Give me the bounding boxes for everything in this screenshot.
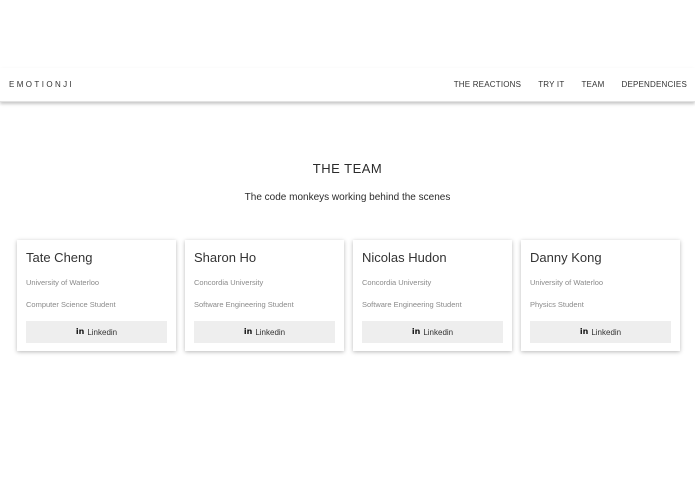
nav-link-the-reactions[interactable]: THE REACTIONS xyxy=(454,80,522,89)
linkedin-button[interactable]: in Linkedin xyxy=(194,321,335,343)
nav-link-try-it[interactable]: TRY IT xyxy=(538,80,564,89)
navbar: EMOTIONJI THE REACTIONS TRY IT TEAM DEPE… xyxy=(0,68,695,102)
linkedin-icon: in xyxy=(75,327,85,336)
linkedin-icon: in xyxy=(579,327,589,336)
team-section-subtitle: The code monkeys working behind the scen… xyxy=(244,192,451,203)
linkedin-button-label: Linkedin xyxy=(423,327,454,337)
team-member-card: Danny Kong University of Waterloo Physic… xyxy=(521,240,680,351)
team-member-card: Nicolas Hudon Concordia University Softw… xyxy=(353,240,512,351)
linkedin-button-label: Linkedin xyxy=(591,327,622,337)
nav-link-team[interactable]: TEAM xyxy=(581,80,604,89)
linkedin-icon: in xyxy=(243,327,253,336)
member-school: University of Waterloo xyxy=(26,278,100,287)
member-name: Sharon Ho xyxy=(194,250,257,265)
member-program: Computer Science Student xyxy=(26,300,116,309)
member-name: Nicolas Hudon xyxy=(362,250,447,265)
linkedin-button[interactable]: in Linkedin xyxy=(26,321,167,343)
member-school: Concordia University xyxy=(362,278,432,287)
team-member-card: Tate Cheng University of Waterloo Comput… xyxy=(17,240,176,351)
nav-links: THE REACTIONS TRY IT TEAM DEPENDENCIES xyxy=(454,80,687,89)
page: EMOTIONJI THE REACTIONS TRY IT TEAM DEPE… xyxy=(0,0,695,494)
team-cards: Tate Cheng University of Waterloo Comput… xyxy=(17,240,680,351)
member-program: Software Engineering Student xyxy=(194,300,294,309)
member-program: Physics Student xyxy=(530,300,584,309)
team-member-card: Sharon Ho Concordia University Software … xyxy=(185,240,344,351)
brand-logo-text[interactable]: EMOTIONJI xyxy=(9,80,74,89)
linkedin-button[interactable]: in Linkedin xyxy=(530,321,671,343)
linkedin-icon: in xyxy=(411,327,421,336)
member-name: Tate Cheng xyxy=(26,250,93,265)
team-section-title: THE TEAM xyxy=(312,161,383,176)
linkedin-button-label: Linkedin xyxy=(87,327,118,337)
member-school: University of Waterloo xyxy=(530,278,604,287)
linkedin-button-label: Linkedin xyxy=(255,327,286,337)
nav-link-dependencies[interactable]: DEPENDENCIES xyxy=(621,80,687,89)
member-name: Danny Kong xyxy=(530,250,602,265)
member-school: Concordia University xyxy=(194,278,264,287)
linkedin-button[interactable]: in Linkedin xyxy=(362,321,503,343)
member-program: Software Engineering Student xyxy=(362,300,462,309)
